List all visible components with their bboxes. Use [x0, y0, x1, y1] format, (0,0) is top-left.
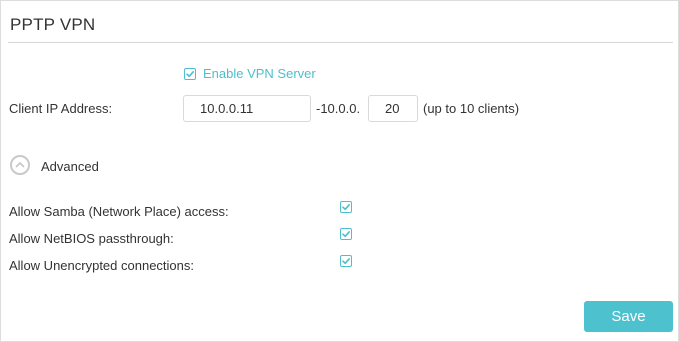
option-unencrypted-label: Allow Unencrypted connections:	[9, 258, 194, 273]
title-divider	[8, 42, 673, 43]
checkmark-icon	[186, 71, 194, 78]
advanced-toggle-label[interactable]: Advanced	[41, 159, 99, 174]
checkmark-icon	[342, 258, 350, 265]
enable-vpn-server-checkbox[interactable]	[184, 68, 196, 80]
client-ip-hint: (up to 10 clients)	[423, 101, 520, 116]
option-netbios-label: Allow NetBIOS passthrough:	[9, 231, 174, 246]
checkmark-icon	[342, 231, 350, 238]
client-ip-label: Client IP Address:	[9, 101, 113, 116]
client-ip-start-input[interactable]: 10.0.0.11	[183, 95, 311, 122]
option-samba-checkbox[interactable]	[340, 201, 352, 213]
client-ip-end-input[interactable]: 20	[368, 95, 418, 122]
checkmark-icon	[342, 204, 350, 211]
enable-vpn-server-label[interactable]: Enable VPN Server	[203, 66, 316, 81]
save-button[interactable]: Save	[584, 301, 673, 332]
option-unencrypted-checkbox[interactable]	[340, 255, 352, 267]
option-netbios-checkbox[interactable]	[340, 228, 352, 240]
chevron-up-circle-icon[interactable]	[10, 155, 30, 175]
panel-title: PPTP VPN	[10, 15, 96, 34]
client-ip-separator: -10.0.0.	[316, 101, 361, 116]
pptp-vpn-panel: PPTP VPN Enable VPN Server Client IP Add…	[0, 0, 679, 342]
option-samba-label: Allow Samba (Network Place) access:	[9, 204, 229, 219]
